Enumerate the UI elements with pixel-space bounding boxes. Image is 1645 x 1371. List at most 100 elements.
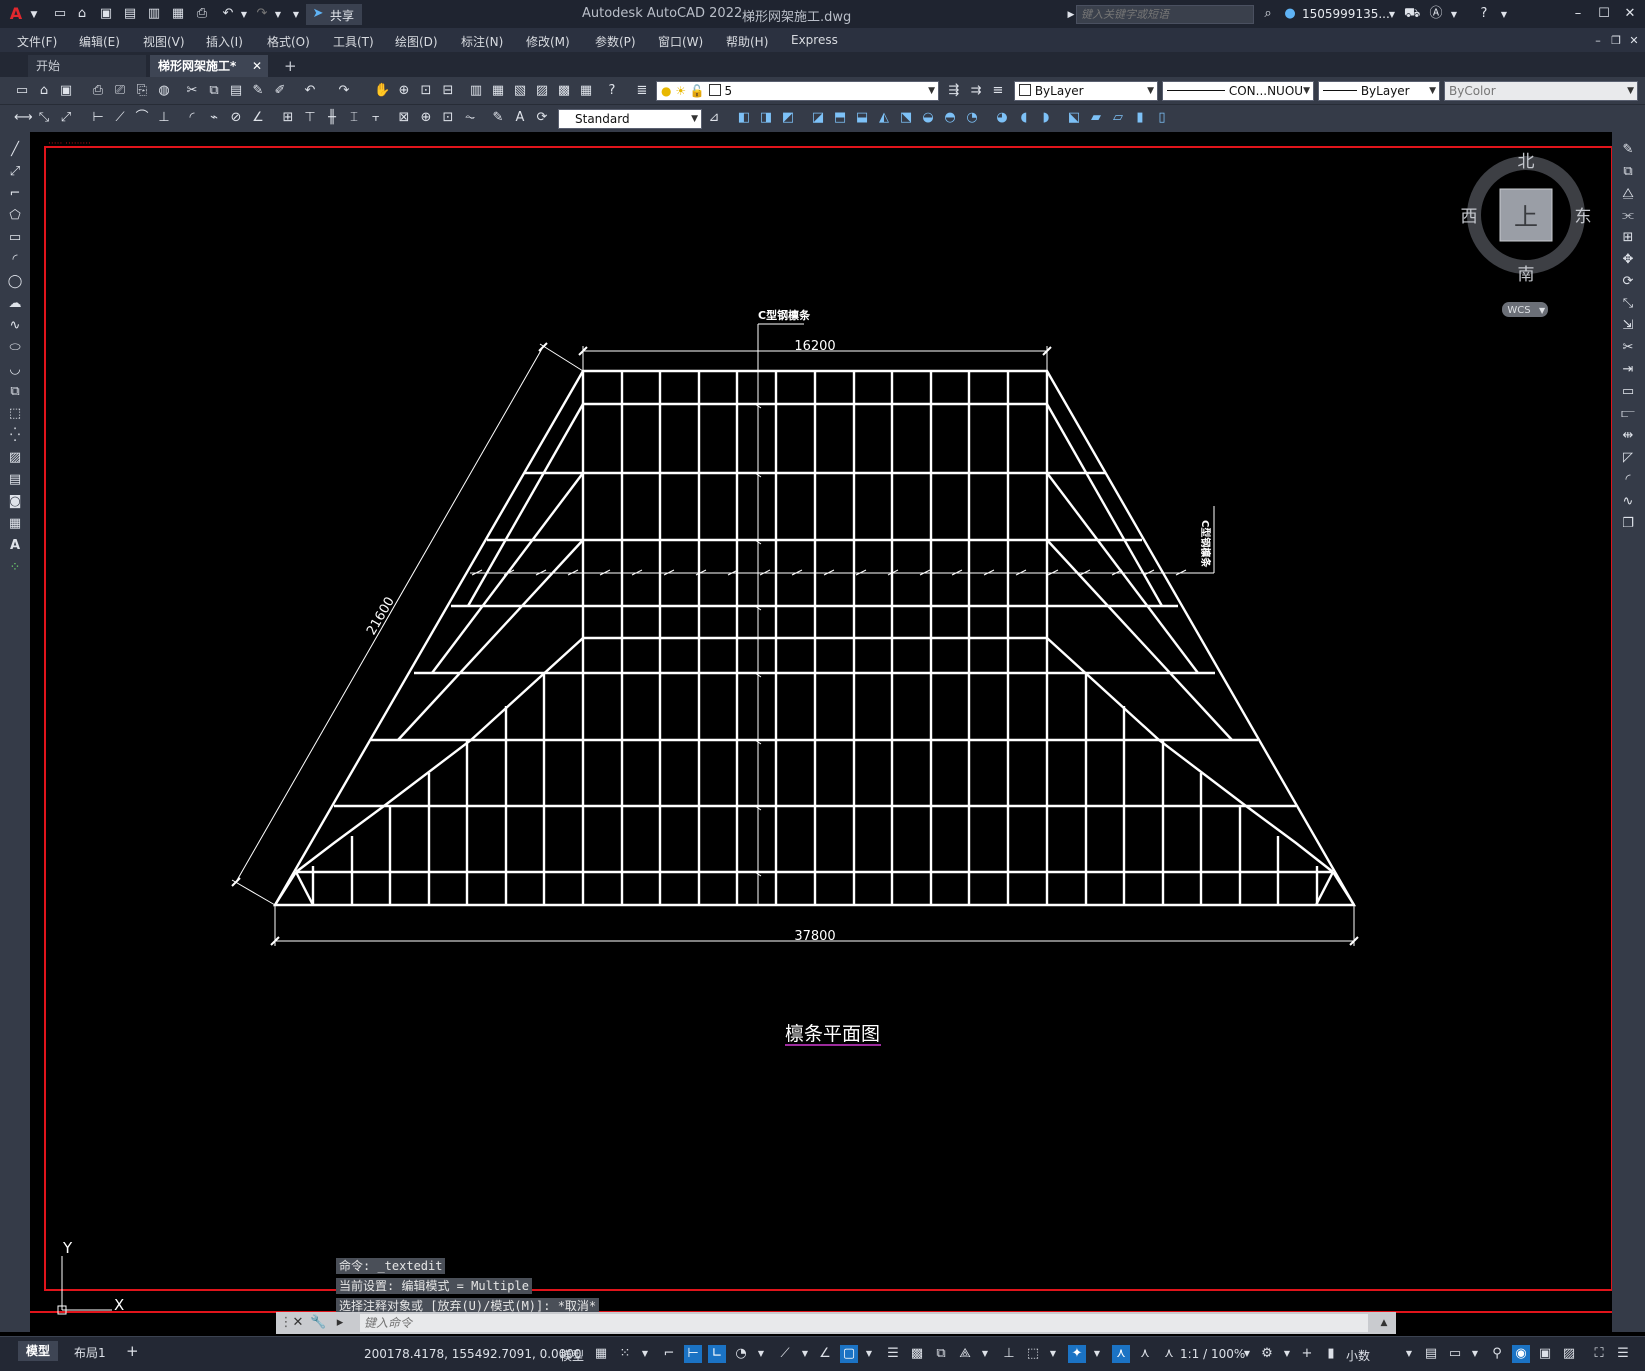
pyramid-icon[interactable]: ◭	[876, 110, 892, 126]
undo-chevron-icon[interactable]: ▼	[236, 7, 252, 23]
dim-text-edit-icon[interactable]: A	[512, 110, 528, 126]
tab-start[interactable]: 开始	[28, 55, 146, 77]
toolbar-help-icon[interactable]: ?	[604, 83, 620, 99]
save-web-icon[interactable]: ▦	[170, 6, 186, 22]
3d-osnap-icon[interactable]: ⟁	[956, 1345, 974, 1363]
quick-dim-icon[interactable]: ⊞	[280, 110, 296, 126]
user-icon[interactable]: ●	[1282, 6, 1298, 22]
transparency-icon[interactable]: ▩	[908, 1345, 926, 1363]
zoom-previous-icon[interactable]: ⊟	[440, 83, 456, 99]
drawing-caption[interactable]: 檩条平面图	[785, 1023, 880, 1045]
layer-previous-icon[interactable]: ⇉	[968, 83, 984, 99]
layer-props-icon[interactable]: ≣	[634, 83, 650, 99]
sphere-icon[interactable]: ◪	[810, 110, 826, 126]
search-input[interactable]	[1076, 5, 1254, 24]
subtract-icon[interactable]: ◖	[1016, 110, 1032, 126]
layer-dropdown[interactable]: ● ☀ 🔓 5 ▼	[656, 81, 939, 101]
dynamic-input-icon[interactable]: ⊢	[684, 1345, 702, 1363]
dim-tool-icon[interactable]: ⤡	[36, 110, 52, 126]
dim-linear-icon[interactable]: ⊢	[90, 110, 106, 126]
layout-tab-model[interactable]: 模型	[18, 1341, 59, 1361]
hatch-icon[interactable]: ▨	[7, 450, 23, 466]
osnap-chevron-icon[interactable]: ▼	[860, 1345, 878, 1363]
dim-jogged-icon[interactable]: ⌁	[206, 110, 222, 126]
snap-chevron-icon[interactable]: ▼	[636, 1345, 654, 1363]
cart-icon[interactable]: ⛟	[1404, 6, 1420, 22]
viewcube-north[interactable]: 北	[1518, 152, 1535, 172]
region-icon[interactable]: ◙	[7, 494, 23, 510]
graphics-icon[interactable]: ▨	[1560, 1345, 1578, 1363]
purlin-label-top[interactable]: C型钢檩条	[758, 308, 811, 322]
minimize-icon[interactable]: –	[1570, 6, 1586, 22]
undo-icon[interactable]: ↶	[220, 6, 236, 22]
infer-icon[interactable]: ⌐	[660, 1345, 678, 1363]
selection-filter-icon[interactable]: ⬚	[1024, 1345, 1042, 1363]
ellipse-icon[interactable]: ⬭	[7, 340, 23, 356]
search-icon[interactable]: ⌕	[1260, 6, 1276, 22]
isodraft-icon[interactable]: ⟋	[776, 1345, 794, 1363]
sweep-icon[interactable]: ◓	[942, 110, 958, 126]
save-as-icon[interactable]: ▤	[122, 6, 138, 22]
pan-icon[interactable]: ✋	[374, 83, 390, 99]
dim-break-icon[interactable]: ⫟	[368, 110, 384, 126]
gizmo-chevron-icon[interactable]: ▼	[1088, 1345, 1106, 1363]
units-icon[interactable]: ▮	[1322, 1345, 1340, 1363]
layer-state-icon[interactable]: ≡	[990, 83, 1006, 99]
dim-aligned-icon[interactable]: ⟋	[112, 110, 128, 126]
properties-icon[interactable]: ▥	[468, 83, 484, 99]
annotation-scale-value[interactable]: 1:1 / 100%	[1180, 1347, 1245, 1361]
torus-icon[interactable]: ⬓	[854, 110, 870, 126]
toolbar-undo-icon[interactable]: ↶	[302, 83, 318, 99]
doc-restore-icon[interactable]: ❐	[1608, 33, 1624, 49]
tool-palettes-icon[interactable]: ▧	[512, 83, 528, 99]
stretch-icon[interactable]: ⇲	[1620, 318, 1636, 334]
isodraft-chevron-icon[interactable]: ▼	[796, 1345, 814, 1363]
union-icon[interactable]: ◕	[994, 110, 1010, 126]
units-value[interactable]: 小数	[1346, 1347, 1370, 1364]
dim-baseline-icon[interactable]: ⊤	[302, 110, 318, 126]
menu-modify[interactable]: 修改(M)	[526, 33, 570, 50]
block-editor-icon[interactable]: ✐	[272, 83, 288, 99]
menu-view[interactable]: 视图(V)	[143, 33, 185, 50]
dim-tool-icon[interactable]: ⤢	[58, 110, 74, 126]
design-center-icon[interactable]: ▦	[490, 83, 506, 99]
offset-icon[interactable]: ⫘	[1620, 208, 1636, 224]
line-icon[interactable]: ╱	[7, 142, 23, 158]
user-chevron-icon[interactable]: ▼	[1384, 7, 1400, 23]
doc-minimize-icon[interactable]: –	[1590, 33, 1606, 49]
auto-scale-icon[interactable]: ⋏	[1136, 1345, 1154, 1363]
snap-icon[interactable]: ⁙	[616, 1345, 634, 1363]
isolate-icon[interactable]: ⚲	[1488, 1345, 1506, 1363]
plotstyle-dropdown[interactable]: ByColor ▼	[1444, 81, 1638, 101]
ortho-icon[interactable]: ∟	[708, 1345, 726, 1363]
lock-ui-icon[interactable]: ▭	[1446, 1345, 1464, 1363]
help-icon[interactable]: ?	[1476, 6, 1492, 22]
autocad-logo-icon[interactable]: A	[8, 6, 24, 22]
break-icon[interactable]: ⫍	[1620, 406, 1636, 422]
menu-window[interactable]: 窗口(W)	[658, 33, 703, 50]
join-icon[interactable]: ⇹	[1620, 428, 1636, 444]
match-prop-icon[interactable]: ✎	[250, 83, 266, 99]
inspection-icon[interactable]: ⊡	[440, 110, 456, 126]
sheet-set-icon[interactable]: ▨	[534, 83, 550, 99]
qnew-icon[interactable]: ▭	[14, 83, 30, 99]
plot-toolbar-icon[interactable]: ⎙	[90, 83, 106, 99]
dim-bottom-text[interactable]: 37800	[794, 929, 835, 944]
qsave-icon[interactable]: ▣	[58, 83, 74, 99]
coordinates-readout[interactable]: 200178.4178, 155492.7091, 0.0000	[364, 1347, 582, 1361]
revolve-icon[interactable]: ◒	[920, 110, 936, 126]
customization-menu-icon[interactable]: ☰	[1614, 1345, 1632, 1363]
quick-properties-icon[interactable]: ▤	[1422, 1345, 1440, 1363]
app-menu-chevron-icon[interactable]: ▼	[26, 7, 42, 23]
3d-print-icon[interactable]: ◍	[156, 83, 172, 99]
ellipse-arc-icon[interactable]: ◡	[7, 362, 23, 378]
polar-icon[interactable]: ◔	[732, 1345, 750, 1363]
clean-screen-icon[interactable]: ▣	[1536, 1345, 1554, 1363]
chamfer-icon[interactable]: ◸	[1620, 450, 1636, 466]
maximize-icon[interactable]: ☐	[1596, 6, 1612, 22]
extrude-icon[interactable]: ⬔	[898, 110, 914, 126]
add-selected-icon[interactable]: ⁘	[7, 560, 23, 576]
linetype-dropdown[interactable]: CON...NUOU ▼	[1162, 81, 1314, 101]
dim-ordinate-icon[interactable]: ⊥	[156, 110, 172, 126]
menu-dimension[interactable]: 标注(N)	[461, 33, 503, 50]
